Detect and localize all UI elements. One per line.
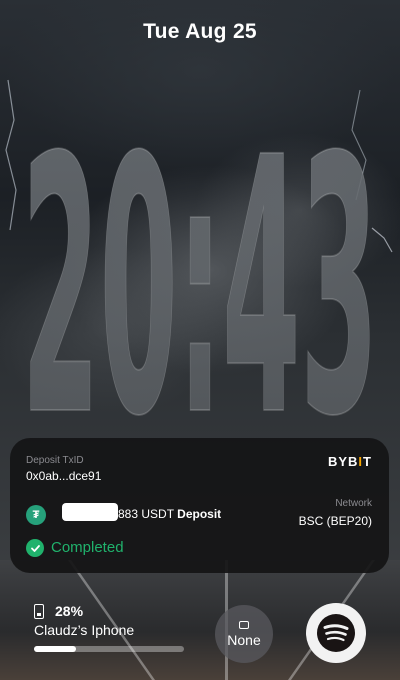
usdt-icon: ₮ [26,505,46,525]
bybit-deposit-live-activity[interactable]: Deposit TxID 0x0ab...dce91 BYBIT ₮ 883 U… [10,438,389,573]
battery-level-bar [34,646,184,652]
spotify-icon [317,614,355,652]
lockscreen-clock: 20:43 [21,82,379,425]
battery-percent: 28% [55,603,84,619]
lockscreen-date: Tue Aug 25 [143,20,257,43]
deposit-amount: 883 USDT Deposit [118,507,222,521]
redacted-amount [62,503,118,521]
bybit-logo: BYBIT [327,454,372,469]
device-name: Claudz’s Iphone [34,622,135,638]
battery-widget: 28% [34,603,83,619]
focus-mode-button[interactable]: None [215,605,273,663]
txid-value: 0x0ab...dce91 [26,469,102,483]
focus-mode-label: None [227,631,261,648]
network-label: Network [335,498,372,509]
check-circle-icon [26,539,44,557]
phone-battery-icon [34,603,44,619]
status-completed: Completed [51,539,124,556]
network-value: BSC (BEP20) [298,514,372,528]
txid-label: Deposit TxID [26,455,84,466]
spotify-button[interactable] [306,603,366,663]
clock-time: 20:43 [22,82,379,425]
battery-level-fill [34,646,76,652]
calendar-icon [239,620,249,629]
